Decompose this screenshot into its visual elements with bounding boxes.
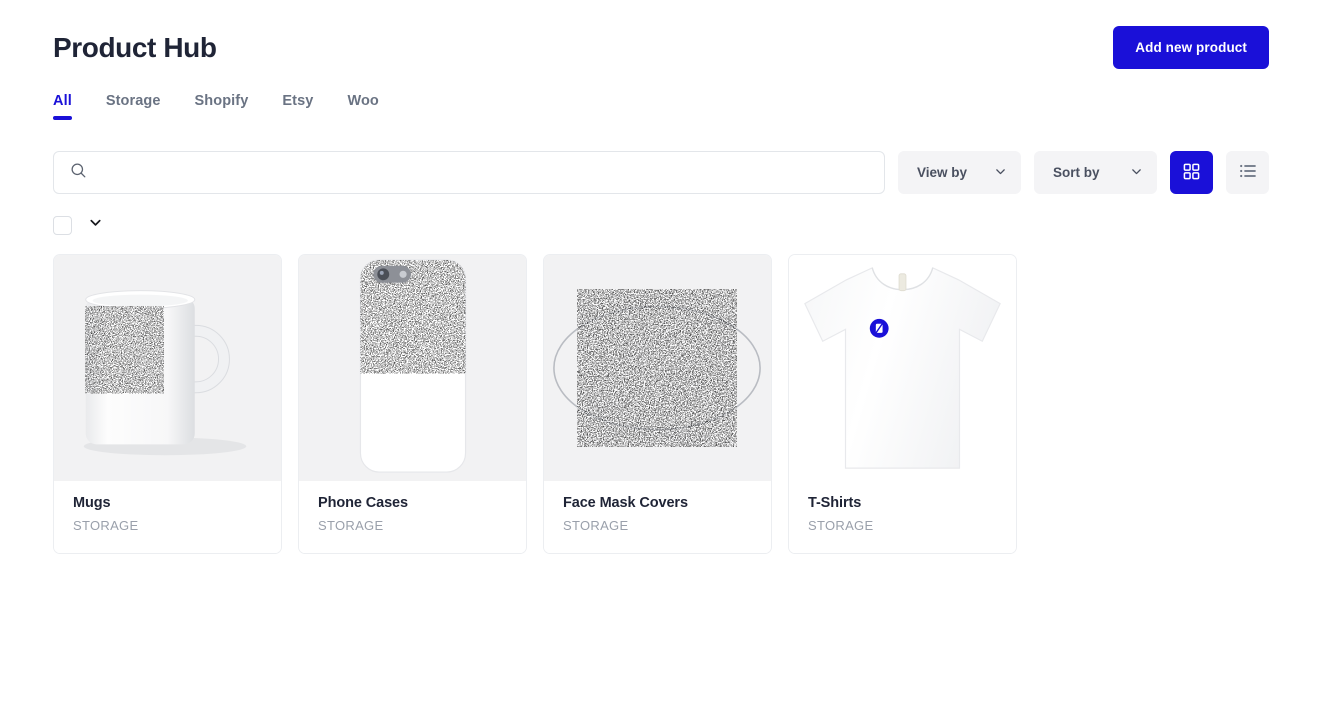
product-card[interactable]: T-Shirts STORAGE — [788, 254, 1017, 554]
phone-case-image — [359, 259, 467, 473]
list-view-icon — [1239, 162, 1257, 183]
product-card-body: Face Mask Covers STORAGE — [544, 481, 771, 553]
search-icon — [70, 162, 87, 184]
list-view-button[interactable] — [1226, 151, 1269, 194]
tab-label: Shopify — [194, 93, 249, 109]
view-by-label: View by — [917, 165, 968, 180]
search-input[interactable] — [97, 164, 868, 181]
tab-shopify[interactable]: Shopify — [195, 93, 249, 120]
grid-view-button[interactable] — [1170, 151, 1213, 194]
product-card[interactable]: Phone Cases STORAGE — [298, 254, 527, 554]
product-card-body: Phone Cases STORAGE — [299, 481, 526, 553]
tab-label: All — [53, 93, 72, 109]
sort-by-dropdown[interactable]: Sort by — [1034, 151, 1157, 194]
source-tabs: All Storage Shopify Etsy Woo — [53, 93, 1269, 120]
add-new-product-button[interactable]: Add new product — [1113, 26, 1269, 69]
chevron-down-icon — [1130, 165, 1143, 181]
product-source: STORAGE — [318, 518, 384, 533]
tab-storage[interactable]: Storage — [106, 93, 161, 120]
product-hub-page: Product Hub Add new product All Storage … — [0, 0, 1322, 717]
grid-view-icon — [1183, 163, 1200, 183]
face-mask-image — [553, 302, 761, 434]
tab-all[interactable]: All — [53, 93, 72, 120]
product-grid: Mugs STORAGE Phone Cases STORAGE Face Ma… — [53, 254, 1269, 554]
product-card[interactable]: Face Mask Covers STORAGE — [543, 254, 772, 554]
sort-by-label: Sort by — [1053, 165, 1100, 180]
product-image — [544, 255, 771, 481]
product-card-body: Mugs STORAGE — [54, 481, 281, 553]
product-image — [299, 255, 526, 481]
tab-woo[interactable]: Woo — [347, 93, 378, 120]
select-all-checkbox[interactable] — [53, 215, 72, 235]
product-title: Mugs — [73, 495, 111, 511]
product-source: STORAGE — [808, 518, 874, 533]
product-title: T-Shirts — [808, 495, 862, 511]
bulk-select-row — [53, 215, 1269, 235]
product-card-body: T-Shirts STORAGE — [789, 481, 1016, 553]
product-image — [54, 255, 281, 481]
view-by-dropdown[interactable]: View by — [898, 151, 1021, 194]
chevron-down-icon — [88, 215, 103, 235]
page-title: Product Hub — [53, 31, 217, 63]
tab-label: Etsy — [282, 93, 314, 109]
toolbar: View by Sort by — [53, 151, 1269, 194]
tab-etsy[interactable]: Etsy — [282, 93, 313, 120]
page-header: Product Hub Add new product — [53, 0, 1269, 69]
tab-label: Woo — [347, 93, 379, 109]
product-source: STORAGE — [73, 518, 139, 533]
product-image — [789, 255, 1016, 481]
product-source: STORAGE — [563, 518, 629, 533]
bulk-actions-dropdown[interactable] — [88, 215, 103, 235]
product-title: Phone Cases — [318, 495, 408, 511]
product-title: Face Mask Covers — [563, 495, 688, 511]
chevron-down-icon — [994, 165, 1007, 181]
t-shirt-image — [804, 267, 1001, 469]
mug-image — [83, 290, 247, 456]
product-card[interactable]: Mugs STORAGE — [53, 254, 282, 554]
search-box[interactable] — [53, 151, 885, 194]
tab-label: Storage — [105, 93, 161, 109]
